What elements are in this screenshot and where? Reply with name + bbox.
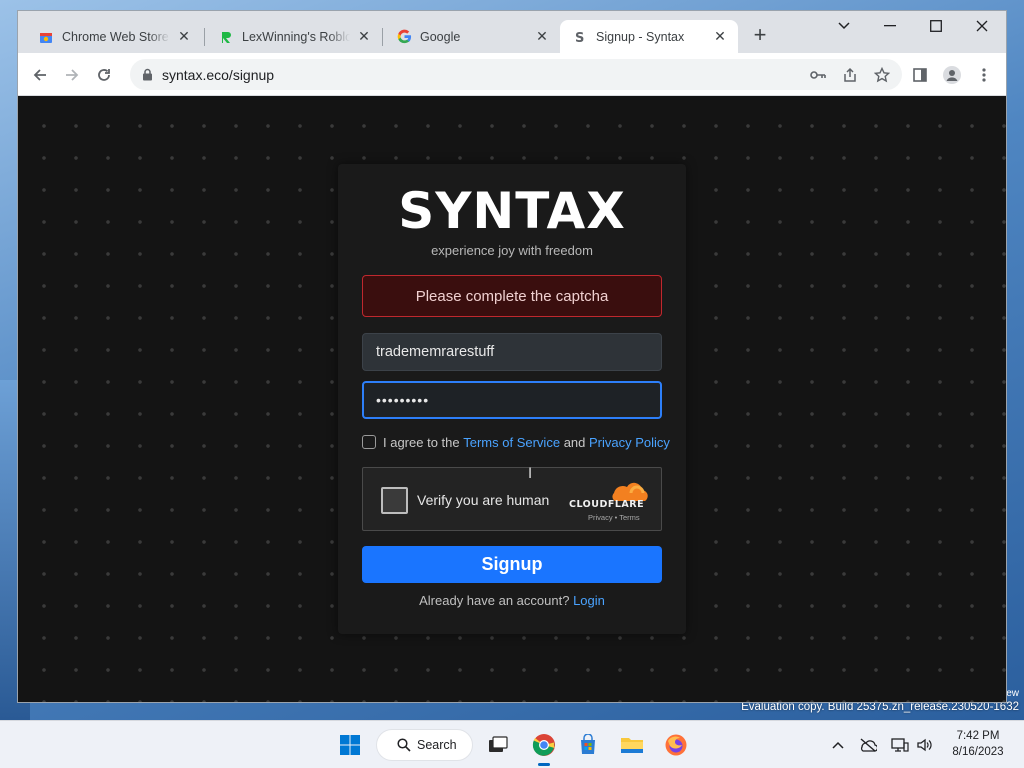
cloudflare-brand: CLOUDFLARE [569,499,645,510]
privacy-policy-link[interactable]: Privacy Policy [589,435,670,450]
taskbar-search[interactable]: Search [376,729,473,761]
network-status-icon[interactable] [858,735,878,755]
search-icon [397,738,411,752]
captcha-checkbox[interactable] [381,487,408,514]
login-prompt-text: Already have an account? [419,593,570,608]
site-logo: SYNTAX [398,182,626,240]
bookmark-star-icon[interactable] [870,63,894,87]
profile-avatar-icon[interactable] [940,63,964,87]
address-bar[interactable]: syntax.eco/signup [130,59,902,90]
close-tab-icon[interactable]: ✕ [176,28,192,45]
close-tab-icon[interactable]: ✕ [534,28,550,45]
microsoft-store-icon[interactable] [572,729,604,761]
minimize-icon[interactable] [870,14,910,38]
back-arrow-icon[interactable] [28,63,52,87]
display-network-icon[interactable] [890,735,910,755]
new-tab-icon[interactable]: + [749,24,771,47]
tab-title: Signup - Syntax [596,29,685,44]
terms-and: and [563,434,586,450]
cloudflare-captcha-widget: Verify you are human CLOUDFLARE Privacy … [362,467,662,531]
close-tab-icon[interactable]: ✕ [356,28,372,45]
browser-toolbar: syntax.eco/signup [18,53,1006,96]
text-cursor-icon: Ⅰ [528,465,533,481]
volume-icon[interactable] [914,735,934,755]
clock-time: 7:42 PM [956,730,1000,742]
maximize-icon[interactable] [916,14,956,38]
firefox-icon[interactable] [660,729,692,761]
chrome-taskbar-icon[interactable] [528,729,560,761]
file-explorer-icon[interactable] [616,729,648,761]
windows-start-icon[interactable] [334,729,366,761]
page-viewport: SYNTAX experience joy with freedom Pleas… [18,96,1006,702]
login-link[interactable]: Login [573,593,605,608]
terms-of-service-link[interactable]: Terms of Service [463,435,560,450]
tab-title: Chrome Web Store - [62,29,170,44]
tab-title: Google [420,29,461,44]
signup-card: SYNTAX experience joy with freedom Pleas… [338,164,686,634]
forward-arrow-icon[interactable] [60,63,84,87]
system-clock[interactable]: 7:42 PM 8/16/2023 [940,728,1016,760]
tab-search-chevron-icon[interactable] [824,14,864,38]
reload-icon[interactable] [92,63,116,87]
signup-button[interactable]: Signup [362,546,662,583]
share-icon[interactable] [838,63,862,87]
tab-strip: Chrome Web Store - ✕ LexWinning's Roblox… [18,11,1006,53]
tab-title: LexWinning's Roblox [242,29,350,44]
desktop-corner-text: ew [1006,688,1019,699]
side-panel-icon[interactable] [908,63,932,87]
browser-window: Chrome Web Store - ✕ LexWinning's Roblox… [18,11,1006,702]
clock-date: 8/16/2023 [952,746,1004,758]
terms-checkbox[interactable] [362,435,376,449]
active-app-indicator [538,763,550,766]
captcha-label: Verify you are human [417,492,550,508]
tab-google[interactable]: Google ✕ [384,20,560,53]
captcha-footer-links[interactable]: Privacy • Terms [588,513,640,522]
google-g-icon [396,29,412,45]
evaluation-watermark: Evaluation copy. Build 25375.zn_release.… [741,701,1019,713]
tab-signup-syntax[interactable]: S Signup - Syntax ✕ [560,20,738,53]
svg-text:S: S [575,31,584,44]
close-window-icon[interactable] [962,14,1002,38]
chrome-web-store-icon [38,29,54,45]
tab-chrome-web-store[interactable]: Chrome Web Store - ✕ [26,20,202,53]
key-icon[interactable] [806,63,830,87]
syntax-s-icon: S [572,29,588,45]
login-prompt: Already have an account? Login [338,593,686,608]
captcha-error-alert: Please complete the captcha [362,275,662,317]
taskbar: Search 7:42 PM 8/16/2023 [0,720,1024,768]
tab-lexwinning-roblox[interactable]: LexWinning's Roblox ✕ [206,20,382,53]
tab-divider [204,28,205,46]
terms-agreement: I agree to the Terms of Service and Priv… [362,434,670,450]
terms-prefix: I agree to the [383,434,460,450]
close-tab-icon[interactable]: ✕ [712,28,728,45]
menu-dots-icon[interactable] [972,63,996,87]
green-r-icon [218,29,234,45]
tab-divider [382,28,383,46]
username-input[interactable]: tradememrarestuff [362,333,662,371]
tray-overflow-chevron-icon[interactable] [828,735,848,755]
tagline: experience joy with freedom [431,243,593,258]
task-view-icon[interactable] [482,729,514,761]
search-label: Search [417,738,457,752]
password-input[interactable]: ••••••••• [362,381,662,419]
lock-icon[interactable] [140,68,154,82]
url-text: syntax.eco/signup [162,66,275,83]
